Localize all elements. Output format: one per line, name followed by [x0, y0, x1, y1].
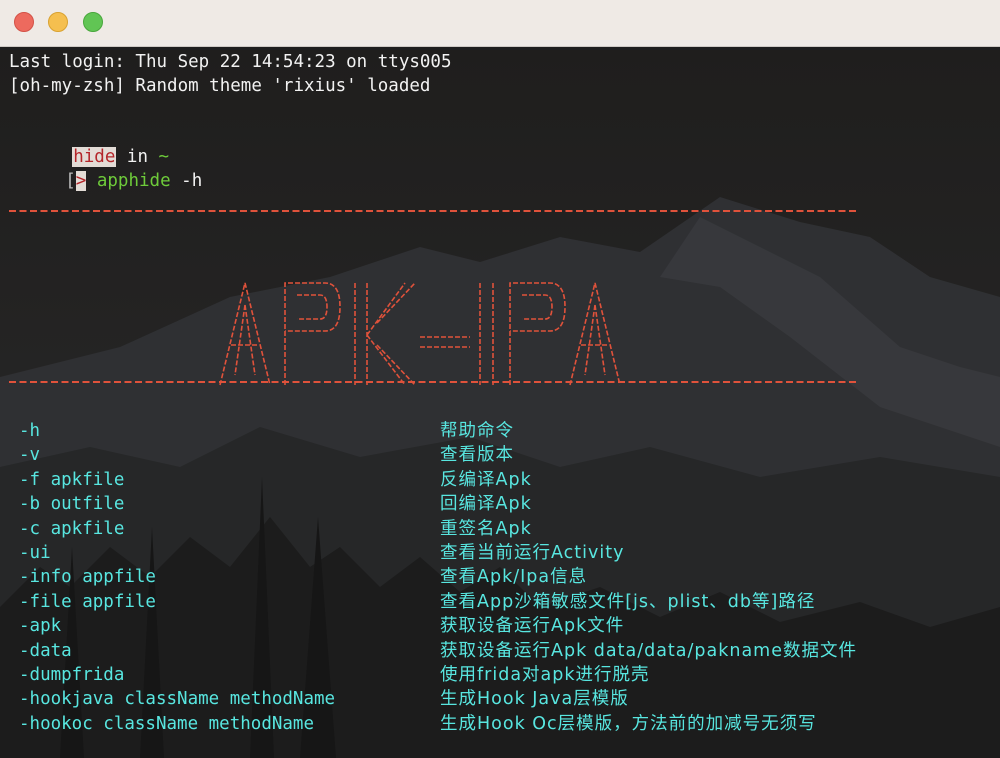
option-flag: -info appfile	[19, 567, 156, 587]
option-flag: -data	[19, 641, 72, 661]
option-description: 查看App沙箱敏感文件[js、plist、db等]路径	[440, 592, 816, 612]
command-args: -h	[170, 171, 203, 191]
option-flag: -file appfile	[19, 592, 156, 612]
title-bar[interactable]	[0, 0, 1000, 47]
prompt-symbol: >	[75, 171, 87, 191]
option-description: 使用frida对apk进行脱壳	[440, 665, 650, 685]
last-login-line: Last login: Thu Sep 22 14:54:23 on ttys0…	[9, 52, 452, 72]
close-button[interactable]	[14, 12, 34, 32]
apk-ipa-ascii-banner	[219, 282, 621, 386]
option-description: 回编译Apk	[440, 494, 532, 514]
option-description: 帮助命令	[440, 421, 514, 441]
divider-bottom	[9, 381, 859, 383]
option-flag: -h	[19, 421, 41, 441]
prompt-bracket: [	[65, 171, 76, 191]
command-name: apphide	[96, 171, 171, 191]
option-flag: -b outfile	[19, 494, 125, 514]
divider-top	[9, 210, 859, 212]
option-description: 生成Hook Java层模版	[440, 689, 629, 709]
zoom-button[interactable]	[83, 12, 103, 32]
option-description: 生成Hook Oc层模版，方法前的加减号无须写	[440, 714, 817, 734]
option-flag: -ui	[19, 543, 51, 563]
option-flag: -dumpfrida	[19, 665, 125, 685]
terminal-content[interactable]: Last login: Thu Sep 22 14:54:23 on ttys0…	[0, 47, 1000, 758]
option-flag: -f apkfile	[19, 470, 125, 490]
option-flag: -c apkfile	[19, 519, 125, 539]
option-description: 查看当前运行Activity	[440, 543, 625, 563]
option-description: 重签名Apk	[440, 519, 532, 539]
option-description: 获取设备运行Apk data/data/pakname数据文件	[440, 641, 857, 661]
terminal-window: Last login: Thu Sep 22 14:54:23 on ttys0…	[0, 0, 1000, 758]
command-line[interactable]: [> apphide -h	[2, 148, 202, 214]
option-flag: -v	[19, 445, 41, 465]
option-flag: -hookoc className methodName	[19, 714, 315, 734]
option-description: 查看Apk/Ipa信息	[440, 567, 588, 587]
option-description: 反编译Apk	[440, 470, 532, 490]
option-flag: -apk	[19, 616, 62, 636]
option-flag: -hookjava className methodName	[19, 689, 336, 709]
option-description: 获取设备运行Apk文件	[440, 616, 625, 636]
minimize-button[interactable]	[48, 12, 68, 32]
theme-loaded-line: [oh-my-zsh] Random theme 'rixius' loaded	[9, 76, 431, 96]
option-description: 查看版本	[440, 445, 514, 465]
